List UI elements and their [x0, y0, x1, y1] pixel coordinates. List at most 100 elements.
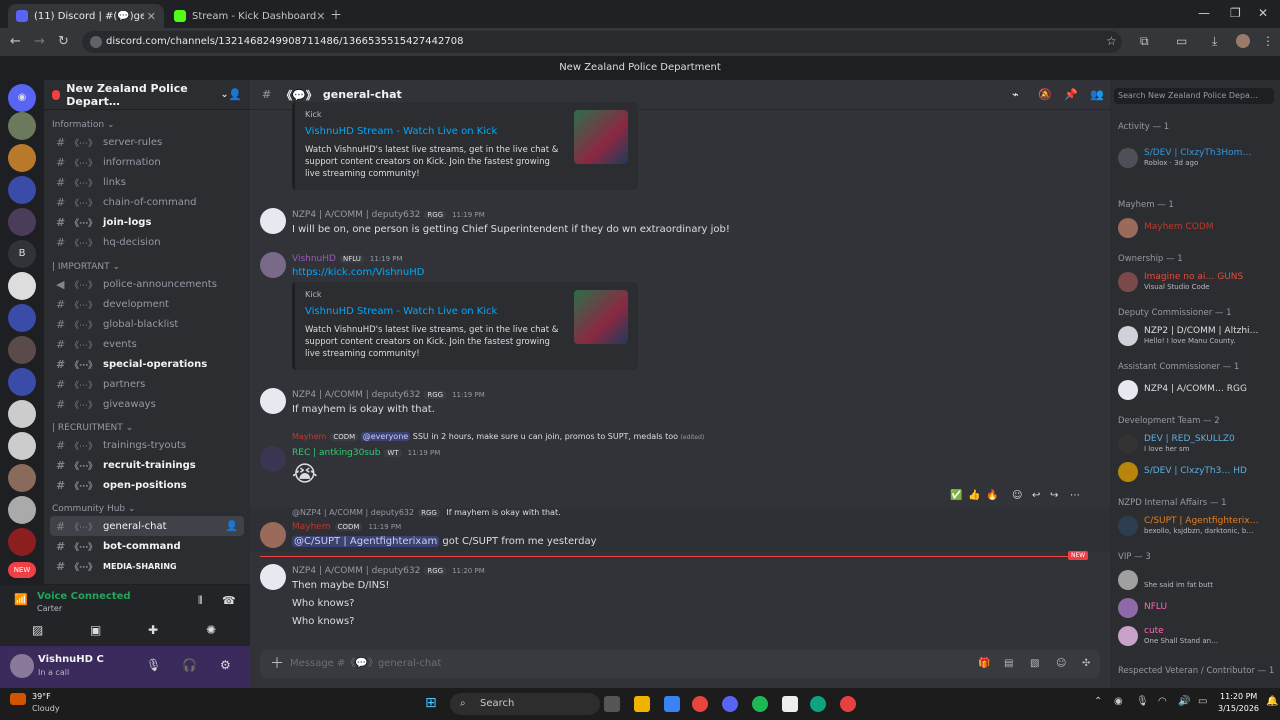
spotify-icon[interactable]: [752, 696, 768, 712]
screen-share-icon[interactable]: ▣: [90, 623, 101, 637]
tray-app-icon[interactable]: ◉: [1114, 696, 1123, 707]
server-header[interactable]: New Zealand Police Depart… ⌄ 👤: [44, 80, 250, 110]
microphone-tray-icon[interactable]: 🎙: [1136, 696, 1149, 707]
channel-links[interactable]: # 《⋯》 links: [50, 172, 244, 192]
tab-kick[interactable]: Stream - Kick Dashboard ✕: [166, 4, 325, 28]
gif-icon[interactable]: ▤: [1004, 650, 1013, 678]
server-icon[interactable]: [8, 496, 36, 524]
message-input[interactable]: ＋ Message #《💬》general-chat 🎁 ▤ ▧ ☺ ✣: [260, 650, 1100, 678]
category-recruitment[interactable]: | RECRUITMENT ⌄: [52, 423, 133, 433]
embed-title[interactable]: VishnuHD Stream - Watch Live on Kick: [305, 126, 497, 137]
clock-time[interactable]: 11:20 PM: [1220, 692, 1257, 701]
channel-events[interactable]: # 《⋯》 events: [50, 334, 244, 354]
close-tab-icon[interactable]: ✕: [316, 10, 325, 23]
headphones-icon[interactable]: 🎧: [182, 658, 197, 672]
channel-information[interactable]: # 《⋯》 information: [50, 152, 244, 172]
tab-discord[interactable]: (11) Discord | #(💬)gener… ✕: [8, 4, 164, 28]
profile-avatar[interactable]: [1236, 34, 1250, 48]
member-item[interactable]: cute One Shall Stand an…: [1118, 624, 1276, 648]
category-community-hub[interactable]: Community Hub ⌄: [52, 504, 136, 514]
app-icon[interactable]: [664, 696, 680, 712]
category-information[interactable]: Information ⌄: [52, 120, 115, 130]
capcut-icon[interactable]: [782, 696, 798, 712]
author-name[interactable]: Mayhem: [292, 522, 331, 532]
avatar[interactable]: [260, 252, 286, 278]
minimize-icon[interactable]: —: [1198, 6, 1210, 20]
channel-media-sharing[interactable]: # 《⋯》 MEDIA-SHARING: [50, 556, 244, 576]
author-name[interactable]: NZP4 | A/COMM | deputy632: [292, 210, 420, 220]
gift-icon[interactable]: 🎁: [978, 650, 990, 678]
server-icon[interactable]: [8, 400, 36, 428]
avatar[interactable]: [260, 522, 286, 548]
cast-icon[interactable]: ▭: [1176, 34, 1187, 48]
windows-start-icon[interactable]: ⊞: [425, 695, 437, 711]
emoji-icon[interactable]: ☺: [1056, 650, 1066, 678]
author-name[interactable]: REC | antking30sub: [292, 448, 380, 458]
embed-thumbnail[interactable]: [574, 290, 628, 344]
author-name[interactable]: VishnuHD: [292, 254, 336, 264]
avatar[interactable]: [260, 388, 286, 414]
chrome-icon[interactable]: [692, 696, 708, 712]
clock-date[interactable]: 3/15/2026: [1218, 704, 1259, 713]
member-item[interactable]: S/DEV | ClxzyTh3… HD: [1118, 460, 1276, 484]
maximize-icon[interactable]: ❐: [1230, 6, 1241, 20]
forward-icon[interactable]: ↪: [1050, 490, 1058, 501]
discord-icon[interactable]: [722, 696, 738, 712]
url-field[interactable]: discord.com/channels/1321468249908711486…: [82, 31, 1122, 53]
pinned-icon[interactable]: 📌: [1064, 88, 1078, 101]
file-explorer-icon[interactable]: [634, 696, 650, 712]
message-link[interactable]: https://kick.com/VishnuHD: [292, 267, 424, 278]
site-info-icon[interactable]: [90, 36, 102, 48]
server-icon[interactable]: [8, 176, 36, 204]
channel-join-logs[interactable]: # 《⋯》 join-logs: [50, 212, 244, 232]
microphone-icon[interactable]: 🎙: [146, 658, 161, 672]
settings-gear-icon[interactable]: ⚙: [220, 658, 231, 672]
category-important[interactable]: | IMPORTANT ⌄: [52, 262, 120, 272]
volume-icon[interactable]: 🔊: [1178, 696, 1190, 707]
reply-reference[interactable]: @NZP4 | A/COMM | deputy632 RGG If mayhem …: [292, 508, 561, 517]
member-item[interactable]: Imagine no ai… GUNS Visual Studio Code: [1118, 270, 1276, 294]
member-list-icon[interactable]: 👥: [1090, 88, 1104, 101]
soundboard-icon[interactable]: ✺: [206, 623, 216, 637]
channel-development[interactable]: # 《⋯》 development: [50, 294, 244, 314]
download-icon[interactable]: ⤓: [1212, 34, 1217, 49]
channel-partners[interactable]: # 《⋯》 partners: [50, 374, 244, 394]
fire-reaction-icon[interactable]: 🔥: [986, 490, 998, 501]
server-icon[interactable]: [8, 144, 36, 172]
tray-chevron-icon[interactable]: ⌃: [1094, 696, 1102, 707]
invite-icon[interactable]: 👤: [226, 521, 238, 532]
task-view-icon[interactable]: [604, 696, 620, 712]
embed-title[interactable]: VishnuHD Stream - Watch Live on Kick: [305, 306, 497, 317]
roblox-icon[interactable]: [840, 696, 856, 712]
attach-plus-icon[interactable]: ＋: [270, 650, 284, 678]
channel-police-announcements[interactable]: ◀ 《⋯》 police-announcements: [50, 274, 244, 294]
member-item[interactable]: NZP4 | A/COMM… RGG: [1118, 378, 1276, 402]
avatar[interactable]: [260, 208, 286, 234]
channel-special-operations[interactable]: # 《⋯》 special-operations: [50, 354, 244, 374]
member-item[interactable]: DEV | RED_SKULLZ0 I love her sm: [1118, 432, 1276, 456]
member-item[interactable]: S/DEV | ClxzyTh3Hom… Roblox · 3d ago: [1118, 146, 1276, 170]
more-icon[interactable]: ⋯: [1070, 490, 1080, 501]
add-member-icon[interactable]: 👤: [228, 88, 242, 101]
mute-channel-icon[interactable]: 🔕: [1038, 88, 1052, 101]
channel-trainings-tryouts[interactable]: # 《⋯》 trainings-tryouts: [50, 435, 244, 455]
embed-thumbnail[interactable]: [574, 110, 628, 164]
activities-icon[interactable]: ✚: [148, 623, 158, 637]
checkmark-reaction-icon[interactable]: ✅: [950, 490, 962, 501]
thumbs-up-reaction-icon[interactable]: 👍: [968, 490, 980, 501]
channel-recruit-trainings[interactable]: # 《⋯》 recruit-trainings: [50, 455, 244, 475]
voice-status[interactable]: Voice Connected: [37, 591, 131, 602]
apps-icon[interactable]: ✣: [1082, 650, 1090, 678]
browser-menu-icon[interactable]: ⋮: [1262, 34, 1274, 48]
bookmark-star-icon[interactable]: ☆: [1106, 34, 1117, 48]
sticker-icon[interactable]: ▧: [1030, 650, 1039, 678]
channel-giveaways[interactable]: # 《⋯》 giveaways: [50, 394, 244, 414]
close-tab-icon[interactable]: ✕: [147, 10, 156, 23]
server-icon[interactable]: [8, 208, 36, 236]
server-search-input[interactable]: Search New Zealand Police Depa…: [1114, 88, 1274, 104]
discord-home-icon[interactable]: ◉: [8, 84, 36, 112]
channel-general-chat[interactable]: # 《⋯》 general-chat 👤: [50, 516, 244, 536]
threads-icon[interactable]: ⌁: [1012, 88, 1019, 101]
member-item[interactable]: NZP2 | D/COMM | Altzhi… Hello! I love Man…: [1118, 324, 1276, 348]
channel-server-rules[interactable]: # 《⋯》 server-rules: [50, 132, 244, 152]
